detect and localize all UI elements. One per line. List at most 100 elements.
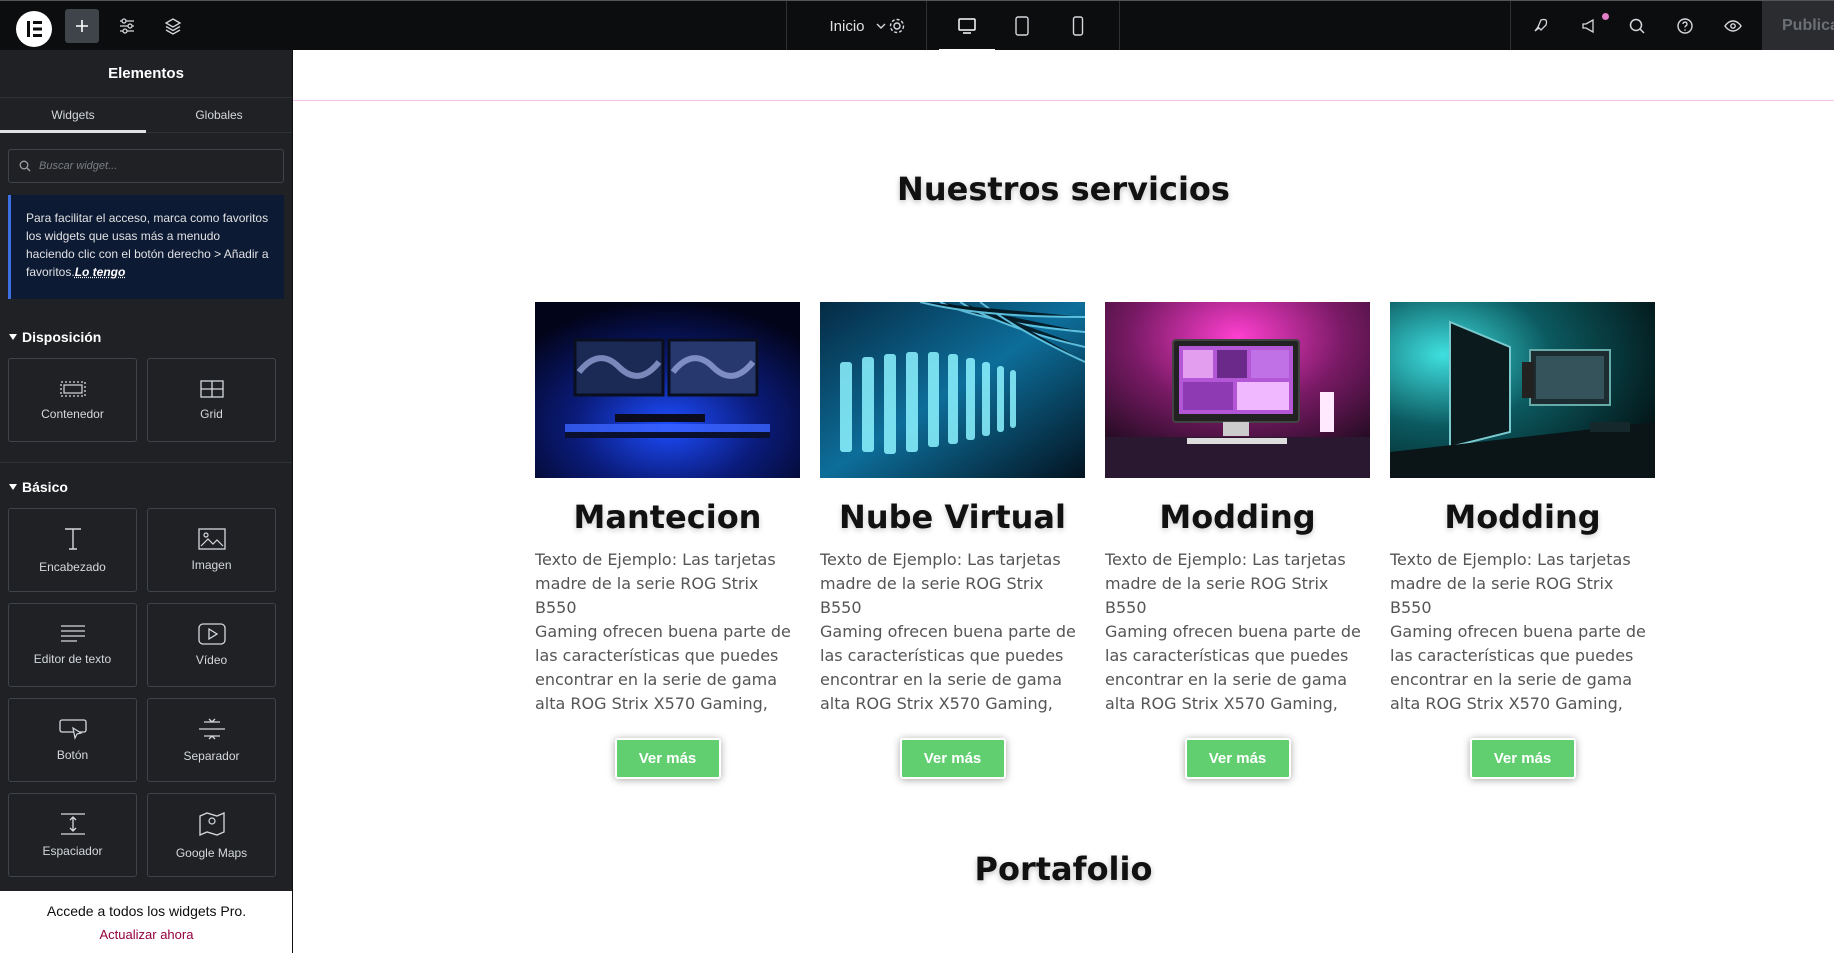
widget-grid-layout: Contenedor Grid <box>8 358 284 442</box>
structure-button[interactable] <box>156 1 190 51</box>
card-image-gaming-setup[interactable] <box>535 302 800 478</box>
card-title[interactable]: Modding <box>1105 498 1370 536</box>
layers-icon <box>164 18 182 35</box>
tab-globals[interactable]: Globales <box>146 98 292 132</box>
card-image-pink-desk[interactable] <box>1105 302 1370 478</box>
widget-label: Separador <box>183 749 240 763</box>
ver-mas-button[interactable]: Ver más <box>614 738 721 779</box>
divider <box>1510 1 1511 51</box>
tablet-view-button[interactable] <box>994 1 1050 51</box>
caret-down-icon <box>9 484 17 490</box>
desktop-view-button[interactable] <box>939 1 995 51</box>
widget-container[interactable]: Contenedor <box>8 358 137 442</box>
card-text[interactable]: Texto de Ejemplo: Las tarjetas madre de … <box>820 548 1085 716</box>
tab-widgets[interactable]: Widgets <box>0 98 146 133</box>
service-card[interactable]: Modding Texto de Ejemplo: Las tarjetas m… <box>1105 302 1370 779</box>
rocket-icon <box>1534 18 1548 32</box>
video-icon <box>197 623 226 645</box>
widget-label: Imagen <box>191 558 232 572</box>
grid-icon <box>199 380 224 398</box>
megaphone-icon <box>1582 18 1594 34</box>
section-boundary <box>293 100 1834 101</box>
page-settings-button[interactable] <box>880 1 914 51</box>
widget-label: Contenedor <box>41 407 104 421</box>
elementor-logo-icon[interactable] <box>16 11 52 47</box>
portfolio-heading[interactable]: Portafolio <box>293 850 1834 888</box>
search-icon <box>1629 18 1645 34</box>
page-select-label: Inicio <box>829 17 865 35</box>
card-title[interactable]: Modding <box>1390 498 1655 536</box>
tip-dismiss-link[interactable]: Lo tengo <box>75 265 126 279</box>
preview-button[interactable] <box>1716 1 1750 51</box>
launch-button[interactable] <box>1523 1 1557 51</box>
widget-divider[interactable]: Separador <box>147 698 276 782</box>
publish-button[interactable]: Publicar <box>1762 1 1834 51</box>
service-card[interactable]: Nube Virtual Texto de Ejemplo: Las tarje… <box>820 302 1085 779</box>
widget-label: Grid <box>200 407 223 421</box>
search-button[interactable] <box>1620 1 1654 51</box>
ver-mas-button[interactable]: Ver más <box>899 738 1006 779</box>
section-layout[interactable]: Disposición <box>0 327 292 347</box>
service-card[interactable]: Mantecion Texto de Ejemplo: Las tarjetas… <box>535 302 800 779</box>
tip-text: Para facilitar el acceso, marca como fav… <box>26 211 269 279</box>
widget-button[interactable]: Botón <box>8 698 137 782</box>
card-image-teal-desk[interactable] <box>1390 302 1655 478</box>
map-icon <box>198 812 225 836</box>
ver-mas-button[interactable]: Ver más <box>1184 738 1291 779</box>
divider <box>0 462 292 463</box>
upgrade-title: Accede a todos los widgets Pro. <box>46 902 247 919</box>
card-image-server-rack[interactable] <box>820 302 1085 478</box>
widget-label: Espaciador <box>42 844 103 858</box>
tablet-icon <box>1015 16 1029 36</box>
section-basic[interactable]: Básico <box>0 477 292 497</box>
help-icon <box>1677 18 1693 34</box>
widget-image[interactable]: Imagen <box>147 508 276 592</box>
widget-text-editor[interactable]: Editor de texto <box>8 603 137 687</box>
card-title[interactable]: Nube Virtual <box>820 498 1085 536</box>
help-button[interactable] <box>1668 1 1702 51</box>
editor-canvas[interactable]: Nuestros servicios Mantecion Texto de Ej… <box>293 50 1834 953</box>
widget-grid-basic: Encabezado Imagen Editor de texto Vídeo … <box>8 508 284 877</box>
heading-icon <box>64 528 81 550</box>
card-text[interactable]: Texto de Ejemplo: Las tarjetas madre de … <box>1390 548 1655 716</box>
site-settings-button[interactable] <box>110 1 144 51</box>
gear-icon <box>889 18 905 34</box>
widget-label: Botón <box>56 748 89 762</box>
widget-spacer[interactable]: Espaciador <box>8 793 137 877</box>
widget-search <box>8 149 284 183</box>
services-heading[interactable]: Nuestros servicios <box>293 170 1834 208</box>
widget-label: Encabezado <box>39 560 106 574</box>
container-icon <box>59 381 86 397</box>
service-card[interactable]: Modding Texto de Ejemplo: Las tarjetas m… <box>1390 302 1655 779</box>
notification-dot <box>1602 13 1609 20</box>
desktop-icon <box>958 18 976 34</box>
widget-label: Vídeo <box>195 653 228 667</box>
widget-heading[interactable]: Encabezado <box>8 508 137 592</box>
spacer-icon <box>60 813 85 835</box>
widget-label: Google Maps <box>175 846 248 860</box>
card-text[interactable]: Texto de Ejemplo: Las tarjetas madre de … <box>1105 548 1370 716</box>
divider-icon <box>198 718 225 740</box>
widget-grid[interactable]: Grid <box>147 358 276 442</box>
eye-icon <box>1724 20 1742 32</box>
search-icon <box>19 160 31 172</box>
divider <box>1119 1 1120 51</box>
divider <box>926 1 927 51</box>
elements-panel: Elementos Widgets Globales Para facilita… <box>0 50 293 953</box>
section-title: Básico <box>22 479 68 495</box>
mobile-view-button[interactable] <box>1050 1 1106 51</box>
widget-search-input[interactable] <box>39 160 259 172</box>
mobile-icon <box>1072 16 1084 36</box>
card-text[interactable]: Texto de Ejemplo: Las tarjetas madre de … <box>535 548 800 716</box>
widget-video[interactable]: Vídeo <box>147 603 276 687</box>
widget-label: Editor de texto <box>33 652 112 666</box>
add-element-button[interactable] <box>65 9 99 43</box>
upgrade-link[interactable]: Actualizar ahora <box>100 927 194 942</box>
top-bar: Inicio Publicar <box>0 0 1834 51</box>
card-title[interactable]: Mantecion <box>535 498 800 536</box>
panel-tabs: Widgets Globales <box>0 98 292 133</box>
widget-google-maps[interactable]: Google Maps <box>147 793 276 877</box>
ver-mas-button[interactable]: Ver más <box>1469 738 1576 779</box>
text-editor-icon <box>60 625 85 642</box>
whats-new-button[interactable] <box>1572 1 1609 51</box>
